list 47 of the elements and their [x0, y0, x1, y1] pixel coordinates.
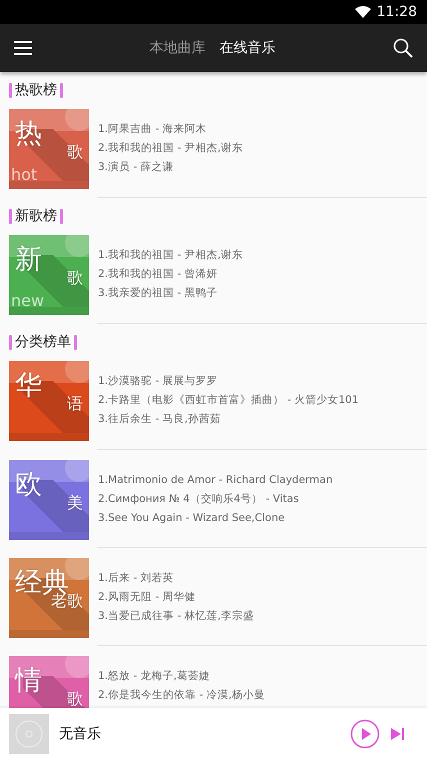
- section-title: 新歌榜: [15, 207, 57, 225]
- menu-icon[interactable]: [14, 41, 32, 55]
- chart-cover[interactable]: 热 歌 hot: [9, 109, 89, 189]
- chart-cover[interactable]: 欧 美: [9, 460, 89, 540]
- cover-title: 华: [15, 371, 42, 401]
- cover-title: 新: [15, 245, 42, 275]
- track-line: 2.你是我今生的依靠 - 冷漠,杨小曼: [98, 688, 265, 703]
- track-line: 2.卡路里（电影《西虹市首富》插曲） - 火箭少女101: [98, 393, 359, 408]
- cover-caption: hot: [11, 165, 38, 184]
- section-title: 分类榜单: [15, 333, 71, 351]
- chart-cover[interactable]: 情 歌: [9, 656, 89, 708]
- chart-cover[interactable]: 新 歌 new: [9, 235, 89, 315]
- track-line: 3.See You Again - Wizard See,Clone: [98, 511, 286, 526]
- album-placeholder: [9, 714, 49, 754]
- chart-cover[interactable]: 华 语: [9, 361, 89, 441]
- nav-tab[interactable]: 在线音乐: [220, 39, 276, 57]
- search-icon[interactable]: [393, 38, 413, 58]
- track-line: 1.怒放 - 龙梅子,葛荟婕: [98, 669, 211, 684]
- track-line: 1.阿果吉曲 - 海来阿木: [98, 122, 208, 137]
- section-title: 热歌榜: [15, 81, 57, 99]
- track-line: 2.我和我的祖国 - 尹相杰,谢东: [98, 141, 243, 156]
- track-line: 2.风雨无阻 - 周华健: [98, 590, 196, 605]
- cover-subtitle: 歌: [67, 690, 83, 708]
- cover-caption: new: [11, 291, 44, 310]
- cover-subtitle: 歌: [67, 143, 83, 161]
- now-playing-title: 无音乐: [59, 724, 102, 742]
- cover-subtitle: 语: [67, 395, 83, 413]
- play-icon[interactable]: [350, 718, 380, 748]
- cover-title: 情: [15, 666, 42, 696]
- chart-cover[interactable]: 经典 老歌: [9, 558, 89, 638]
- wifi-icon: [354, 6, 371, 18]
- track-line: 1.后来 - 刘若英: [98, 571, 174, 586]
- status-time: 11:28: [376, 4, 417, 20]
- nav-tab[interactable]: 本地曲库: [150, 39, 206, 57]
- cover-subtitle: 美: [67, 494, 83, 512]
- track-line: 1.沙漠骆驼 - 展展与罗罗: [98, 374, 218, 389]
- track-line: 3.当爱已成往事 - 林忆莲,李宗盛: [98, 609, 254, 624]
- track-line: 1.Matrimonio de Amor - Richard Clayderman: [98, 473, 333, 488]
- cover-subtitle: 歌: [67, 269, 83, 287]
- cover-title: 欧: [15, 470, 42, 500]
- track-line: 2.我和我的祖国 - 曾浠妍: [98, 267, 218, 282]
- track-line: 2.Симфония № 4（交响乐4号） - Vitas: [98, 492, 300, 507]
- track-line: 3.我亲爱的祖国 - 黑鸭子: [98, 286, 218, 301]
- track-line: 1.我和我的祖国 - 尹相杰,谢东: [98, 248, 243, 263]
- cover-title: 热: [15, 119, 42, 149]
- track-line: 3.演员 - 薛之谦: [98, 160, 174, 175]
- track-line: 3.往后余生 - 马良,孙茜茹: [98, 412, 222, 427]
